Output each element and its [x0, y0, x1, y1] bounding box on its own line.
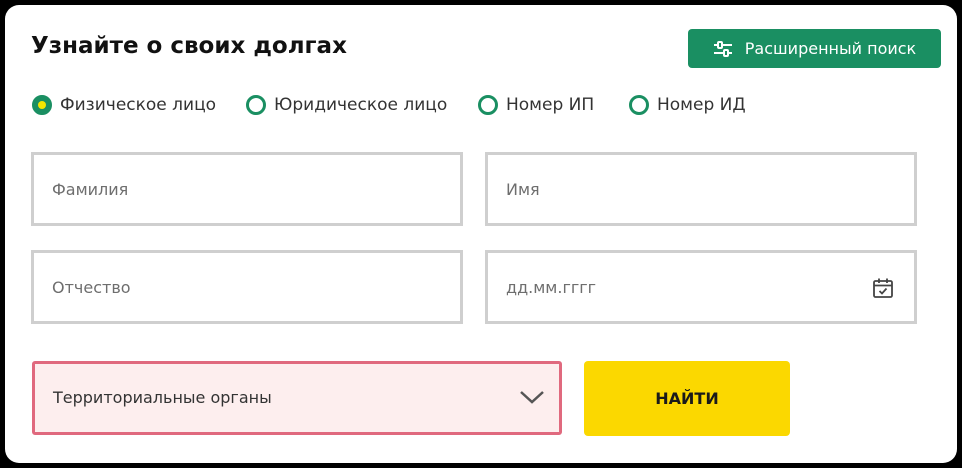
radio-label-ip-number: Номер ИП: [506, 95, 595, 115]
advanced-search-button[interactable]: Расширенный поиск: [688, 29, 941, 68]
patronymic-input[interactable]: [34, 253, 460, 321]
birth-date-field-box: [485, 250, 917, 324]
page-title: Узнайте о своих долгах: [31, 33, 347, 59]
search-panel: Узнайте о своих долгах Расширенный поиск…: [5, 5, 957, 463]
radio-legal-entity[interactable]: Юридическое лицо: [246, 92, 447, 118]
radio-label-individual: Физическое лицо: [60, 95, 217, 115]
radio-label-id-number: Номер ИД: [657, 95, 746, 115]
territorial-bodies-value: Территориальные органы: [53, 388, 272, 407]
find-button[interactable]: НАЙТИ: [584, 361, 790, 436]
radio-ip-number[interactable]: Номер ИП: [478, 92, 594, 118]
patronymic-field-box: [31, 250, 463, 324]
radio-id-number[interactable]: Номер ИД: [629, 92, 746, 118]
birth-date-input[interactable]: [488, 253, 914, 321]
radio-unchecked-indicator: [246, 95, 266, 115]
radio-label-legal-entity: Юридическое лицо: [274, 95, 448, 115]
sliders-icon: [713, 40, 732, 57]
radio-unchecked-indicator: [629, 95, 649, 115]
territorial-bodies-select[interactable]: Территориальные органы: [32, 361, 562, 435]
first-name-field-box: [485, 152, 917, 226]
advanced-search-label: Расширенный поиск: [744, 39, 917, 58]
radio-checked-indicator: [32, 95, 52, 115]
radio-unchecked-indicator: [478, 95, 498, 115]
last-name-field-box: [31, 152, 463, 226]
first-name-input[interactable]: [488, 155, 914, 223]
chevron-down-icon: [520, 391, 544, 404]
last-name-input[interactable]: [34, 155, 460, 223]
radio-individual[interactable]: Физическое лицо: [32, 92, 216, 118]
calendar-icon[interactable]: [872, 277, 894, 299]
